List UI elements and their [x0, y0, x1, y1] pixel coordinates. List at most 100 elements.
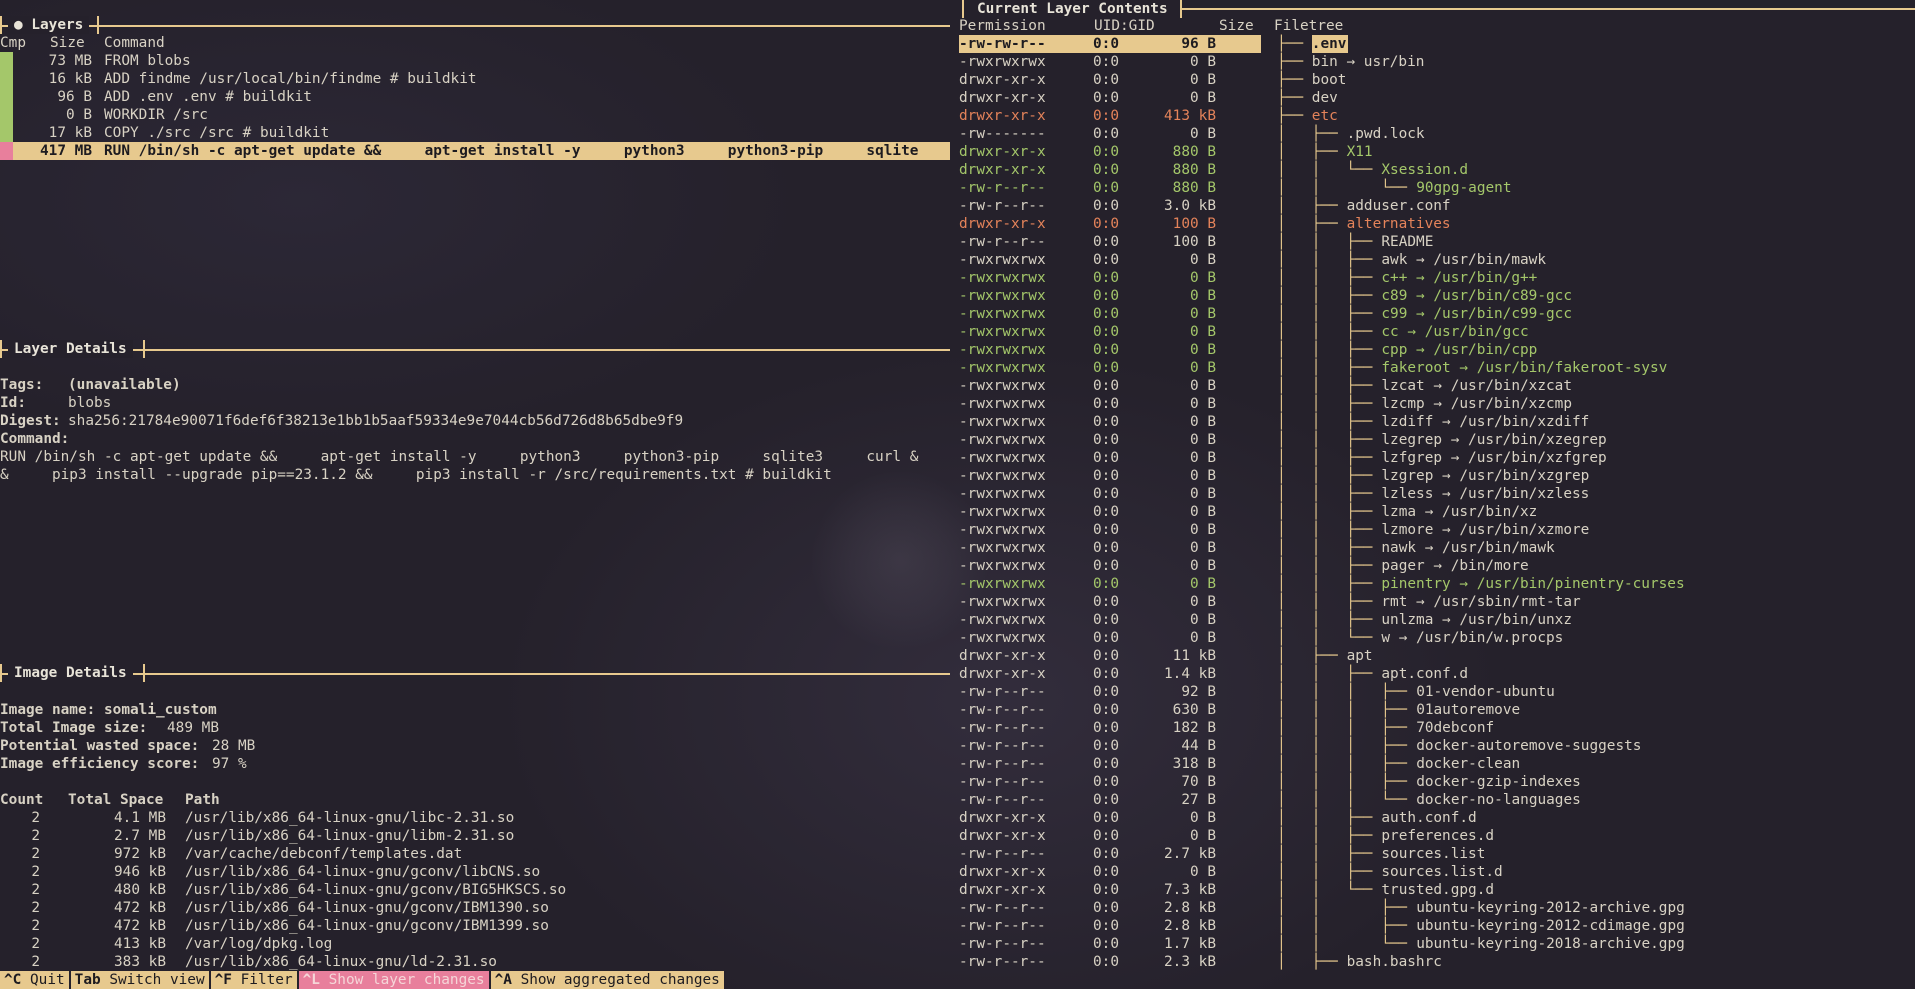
- wasted-file-row[interactable]: 2 2.7 MB/usr/lib/x86_64-linux-gnu/libm-2.…: [0, 827, 950, 845]
- filetree-row[interactable]: -rwxrwxrwx 0:0 0 B │ │ ├── awk → /usr/bin/m…: [959, 251, 1915, 269]
- filetree-row[interactable]: drwxr-xr-x 0:0 0 B ├── dev: [959, 89, 1915, 107]
- filetree-row[interactable]: -rwxrwxrwx 0:0 0 B │ │ ├── unlzma → /usr/bi…: [959, 611, 1915, 629]
- filetree-row[interactable]: -rw-r--r-- 0:0 2.3 kB │ ├── bash.bashrc: [959, 953, 1915, 971]
- filetree-row[interactable]: -rwxrwxrwx 0:0 0 B │ │ ├── lzcmp → /usr/bin…: [959, 395, 1915, 413]
- keybinding-key: Tab: [74, 972, 101, 988]
- filetree-row[interactable]: drwxr-xr-x 0:0 880 B │ │ └── Xsession.d: [959, 161, 1915, 179]
- tree-guide: │ │ ├──: [1277, 810, 1381, 826]
- filetree-row[interactable]: -rwxrwxrwx 0:0 0 B │ │ ├── lzfgrep → /usr/b…: [959, 449, 1915, 467]
- filetree-row[interactable]: -rwxrwxrwx 0:0 0 B │ │ ├── lzcat → /usr/bin…: [959, 377, 1915, 395]
- file-name: bash.bashrc: [1346, 954, 1442, 970]
- filetree-row[interactable]: -rwxrwxrwx 0:0 0 B │ │ ├── pager → /bin/mor…: [959, 557, 1915, 575]
- file-name: 01-vendor-ubuntu: [1416, 684, 1555, 700]
- filetree-row[interactable]: -rw-r--r-- 0:0 27 B │ │ │ └── docker-no-lan…: [959, 791, 1915, 809]
- tree-guide: │ │ └──: [1277, 882, 1381, 898]
- filetree-row[interactable]: -rw-r--r-- 0:0 182 B │ │ │ ├── 70debconf: [959, 719, 1915, 737]
- filetree-row[interactable]: -rw-r--r-- 0:0 44 B │ │ │ ├── docker-autore…: [959, 737, 1915, 755]
- layer-change-bar: [0, 124, 13, 142]
- file-permission: -rw-rw-r--: [959, 35, 1046, 53]
- filetree-row[interactable]: -rwxrwxrwx 0:0 0 B │ │ ├── cpp → /usr/bin/c…: [959, 341, 1915, 359]
- tree-guide: │ │ ├──: [1277, 666, 1381, 682]
- file-name: docker-clean: [1416, 756, 1521, 772]
- wasted-file-row[interactable]: 2 4.1 MB/usr/lib/x86_64-linux-gnu/libc-2.…: [0, 809, 950, 827]
- wasted-file-row[interactable]: 2 383 kB/usr/lib/x86_64-linux-gnu/ld-2.31…: [0, 953, 950, 971]
- filetree-row[interactable]: -rw------- 0:0 0 B │ ├── .pwd.lock: [959, 125, 1915, 143]
- filetree-row[interactable]: -rwxrwxrwx 0:0 0 B │ │ ├── c89 → /usr/bin/c…: [959, 287, 1915, 305]
- layer-row[interactable]: 73 MB FROM blobs: [0, 52, 950, 70]
- layer-row[interactable]: 96 B ADD .env .env # buildkit: [0, 88, 950, 106]
- layer-row[interactable]: 0 B WORKDIR /src: [0, 106, 950, 124]
- file-name: cpp → /usr/bin/cpp: [1381, 342, 1538, 358]
- keybinding-filter[interactable]: ^F Filter: [210, 971, 299, 989]
- keybinding-show-aggregated-changes[interactable]: ^A Show aggregated changes: [490, 971, 726, 989]
- filetree-row[interactable]: -rw-r--r-- 0:0 318 B │ │ │ ├── docker-clean: [959, 755, 1915, 773]
- filetree-row[interactable]: drwxr-xr-x 0:0 0 B ├── boot: [959, 71, 1915, 89]
- keybinding-label: Show layer changes: [328, 972, 485, 988]
- filetree-row[interactable]: -rw-r--r-- 0:0 2.8 kB │ │ ├── ubuntu-keyrin…: [959, 899, 1915, 917]
- filetree-row[interactable]: drwxr-xr-x 0:0 0 B │ │ ├── sources.list.d: [959, 863, 1915, 881]
- file-uid-gid: 0:0: [1064, 35, 1119, 53]
- filetree-row[interactable]: -rw-r--r-- 0:0 70 B │ │ │ ├── docker-gzip-i…: [959, 773, 1915, 791]
- filetree-row[interactable]: -rw-rw-r-- 0:0 96 B ├── .env: [959, 35, 1915, 53]
- filetree-row[interactable]: -rwxrwxrwx 0:0 0 B │ │ ├── lzma → /usr/bin/…: [959, 503, 1915, 521]
- filetree-row[interactable]: -rw-r--r-- 0:0 1.7 kB │ │ └── ubuntu-keyrin…: [959, 935, 1915, 953]
- wasted-path: /usr/lib/x86_64-linux-gnu/gconv/BIG5HKSC…: [185, 882, 567, 898]
- filetree-row[interactable]: drwxr-xr-x 0:0 0 B │ │ ├── auth.conf.d: [959, 809, 1915, 827]
- wasted-file-row[interactable]: 2 480 kB/usr/lib/x86_64-linux-gnu/gconv/B…: [0, 881, 950, 899]
- filetree-row[interactable]: drwxr-xr-x 0:0 1.4 kB │ │ ├── apt.conf.d: [959, 665, 1915, 683]
- wasted-file-row[interactable]: 2 472 kB/usr/lib/x86_64-linux-gnu/gconv/I…: [0, 917, 950, 935]
- file-permission: -rwxrwxrwx: [959, 558, 1046, 574]
- wasted-count: 2: [31, 900, 40, 916]
- filetree-row[interactable]: -rwxrwxrwx 0:0 0 B │ │ ├── fakeroot → /usr/…: [959, 359, 1915, 377]
- filetree-row[interactable]: -rw-r--r-- 0:0 880 B │ │ └── 90gpg-agent: [959, 179, 1915, 197]
- filetree-row[interactable]: -rwxrwxrwx 0:0 0 B │ │ └── w → /usr/bin/w.p…: [959, 629, 1915, 647]
- image-details-title-edge: [143, 664, 145, 682]
- layer-size: 16 kB: [48, 71, 92, 87]
- keybinding-bar: ^C Quit Tab Switch view ^F Filter ^L Show l…: [0, 971, 1915, 989]
- filetree-row[interactable]: -rwxrwxrwx 0:0 0 B │ │ ├── lzless → /usr/bi…: [959, 485, 1915, 503]
- wasted-file-row[interactable]: 2 413 kB/var/log/dpkg.log: [0, 935, 950, 953]
- filetree-row[interactable]: drwxr-xr-x 0:0 7.3 kB │ │ └── trusted.gpg.d: [959, 881, 1915, 899]
- layer-row[interactable]: 17 kB COPY ./src /src # buildkit: [0, 124, 950, 142]
- filetree-row[interactable]: drwxr-xr-x 0:0 100 B │ ├── alternatives: [959, 215, 1915, 233]
- wasted-file-row[interactable]: 2 972 kB/var/cache/debconf/templates.dat: [0, 845, 950, 863]
- filetree-row[interactable]: -rw-r--r-- 0:0 92 B │ │ │ ├── 01-vendor-ubu…: [959, 683, 1915, 701]
- filetree-row[interactable]: -rwxrwxrwx 0:0 0 B │ │ ├── lzegrep → /usr/b…: [959, 431, 1915, 449]
- filetree-row[interactable]: -rw-r--r-- 0:0 630 B │ │ │ ├── 01autoremove: [959, 701, 1915, 719]
- file-size: 0 B: [1190, 90, 1216, 106]
- filetree-row[interactable]: -rwxrwxrwx 0:0 0 B │ │ ├── c99 → /usr/bin/c…: [959, 305, 1915, 323]
- filetree-row[interactable]: -rw-r--r-- 0:0 100 B │ │ ├── README: [959, 233, 1915, 251]
- file-uid-gid: 0:0: [1093, 792, 1119, 808]
- keybinding-quit[interactable]: ^C Quit: [0, 971, 71, 989]
- filetree-row[interactable]: -rwxrwxrwx 0:0 0 B │ │ ├── lzmore → /usr/bi…: [959, 521, 1915, 539]
- filetree-row[interactable]: -rwxrwxrwx 0:0 0 B ├── bin → usr/bin: [959, 53, 1915, 71]
- keybinding-show-layer-changes[interactable]: ^L Show layer changes: [298, 971, 491, 989]
- filetree-row[interactable]: -rwxrwxrwx 0:0 0 B │ │ ├── lzgrep → /usr/bi…: [959, 467, 1915, 485]
- file-permission: -rwxrwxrwx: [959, 270, 1046, 286]
- file-uid-gid: 0:0: [1093, 756, 1119, 772]
- filetree-row[interactable]: -rw-r--r-- 0:0 2.8 kB │ │ ├── ubuntu-keyrin…: [959, 917, 1915, 935]
- keybinding-switch-view[interactable]: Tab Switch view: [70, 971, 211, 989]
- file-name: lzgrep → /usr/bin/xzgrep: [1381, 468, 1590, 484]
- filetree-row[interactable]: drwxr-xr-x 0:0 11 kB │ ├── apt: [959, 647, 1915, 665]
- filetree-row[interactable]: -rwxrwxrwx 0:0 0 B │ │ ├── rmt → /usr/sbin/…: [959, 593, 1915, 611]
- filetree-row[interactable]: -rw-r--r-- 0:0 2.7 kB │ │ ├── sources.list: [959, 845, 1915, 863]
- waste-header-total: Total Space: [68, 792, 164, 808]
- layer-row[interactable]: 16 kB ADD findme /usr/local/bin/findme # …: [0, 70, 950, 88]
- file-name: lzegrep → /usr/bin/xzegrep: [1381, 432, 1607, 448]
- wasted-file-row[interactable]: 2 946 kB/usr/lib/x86_64-linux-gnu/gconv/l…: [0, 863, 950, 881]
- filetree-row[interactable]: -rwxrwxrwx 0:0 0 B │ │ ├── cc → /usr/bin/gc…: [959, 323, 1915, 341]
- wasted-file-row[interactable]: 2 472 kB/usr/lib/x86_64-linux-gnu/gconv/I…: [0, 899, 950, 917]
- filetree-row[interactable]: drwxr-xr-x 0:0 0 B │ │ ├── preferences.d: [959, 827, 1915, 845]
- file-size: 182 B: [1172, 720, 1216, 736]
- layer-row[interactable]: 417 MB RUN /bin/sh -c apt-get update && a…: [0, 142, 950, 160]
- filetree-row[interactable]: drwxr-xr-x 0:0 413 kB ├── etc: [959, 107, 1915, 125]
- file-uid-gid: 0:0: [1093, 630, 1119, 646]
- filetree-row[interactable]: -rwxrwxrwx 0:0 0 B │ │ ├── lzdiff → /usr/bi…: [959, 413, 1915, 431]
- filetree-row[interactable]: -rwxrwxrwx 0:0 0 B │ │ ├── nawk → /usr/bin/…: [959, 539, 1915, 557]
- filetree-row[interactable]: -rw-r--r-- 0:0 3.0 kB │ ├── adduser.conf: [959, 197, 1915, 215]
- filetree-row[interactable]: drwxr-xr-x 0:0 880 B │ ├── X11: [959, 143, 1915, 161]
- filetree-row[interactable]: -rwxrwxrwx 0:0 0 B │ │ ├── pinentry → /usr/…: [959, 575, 1915, 593]
- filetree-row[interactable]: -rwxrwxrwx 0:0 0 B │ │ ├── c++ → /usr/bin/g…: [959, 269, 1915, 287]
- tree-guide: │ ├──: [1277, 648, 1347, 664]
